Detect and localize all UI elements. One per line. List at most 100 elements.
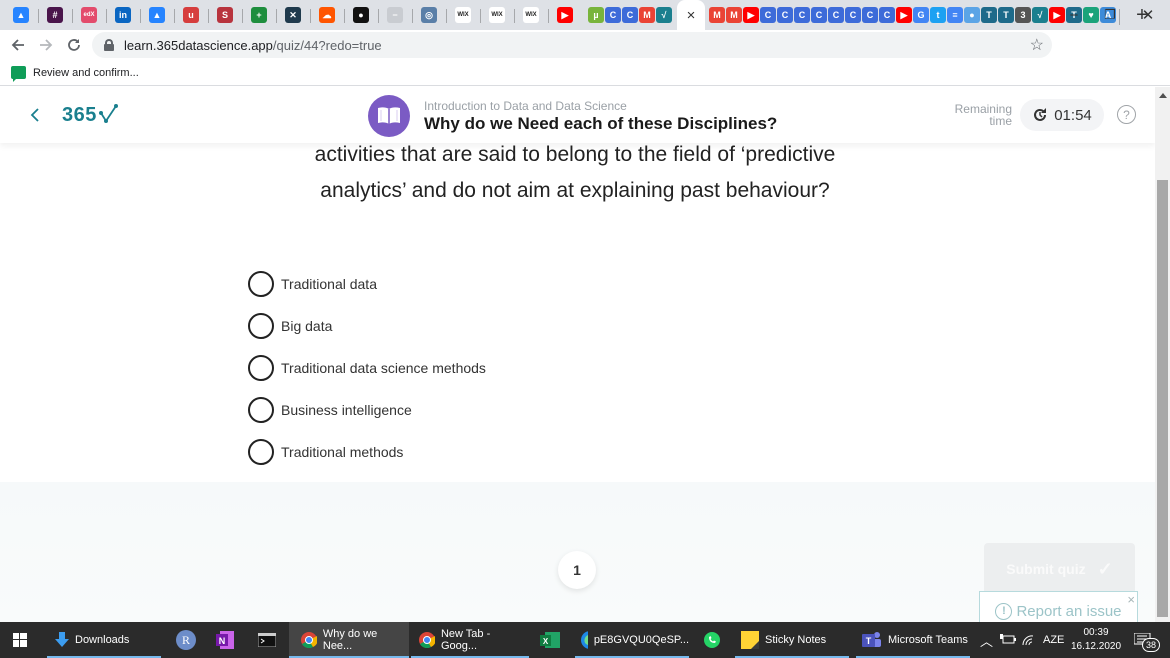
pinned-tab[interactable]: ◎	[418, 4, 447, 26]
battery-icon[interactable]	[1000, 622, 1016, 658]
coursera-c-icon[interactable]: C	[845, 7, 861, 23]
language-indicator[interactable]: AZE	[1043, 622, 1064, 658]
twitter-icon[interactable]: t	[930, 7, 946, 23]
r-app-icon[interactable]: R	[172, 622, 200, 658]
365-logo-icon[interactable]: √	[1032, 7, 1048, 23]
coursera-c-icon[interactable]: C	[811, 7, 827, 23]
active-tab-close-icon[interactable]: ×	[677, 0, 705, 30]
answer-option[interactable]: Big data	[248, 313, 486, 339]
google-icon[interactable]: G	[913, 7, 929, 23]
radio-button[interactable]	[248, 313, 274, 339]
taskbar-chrome-new-tab[interactable]: New Tab - Goog...	[411, 622, 529, 658]
gmail-icon[interactable]: M	[639, 7, 655, 23]
pinned-tab[interactable]: u	[180, 4, 209, 26]
url-host: learn.365datascience.app	[124, 37, 273, 53]
taskbar-clock[interactable]: 00:39 16.12.2020	[1070, 626, 1122, 654]
help-question-icon[interactable]: ?	[1117, 105, 1136, 124]
xing-icon: ✕	[285, 7, 301, 23]
atlassian-icon: ▲	[13, 7, 29, 23]
answer-option[interactable]: Traditional data science methods	[248, 355, 486, 381]
pinned-tab[interactable]: −	[384, 4, 413, 26]
back-arrow-icon[interactable]	[4, 31, 32, 59]
template-icon[interactable]: T	[998, 7, 1014, 23]
pinned-tab[interactable]: in	[112, 4, 141, 26]
close-icon[interactable]: ×	[1127, 592, 1135, 607]
radio-button[interactable]	[248, 271, 274, 297]
onenote-icon[interactable]: N	[214, 622, 238, 658]
bubble-icon[interactable]: ●	[964, 7, 980, 23]
utorrent-icon[interactable]: µ	[588, 7, 604, 23]
submit-quiz-button[interactable]: Submit quiz ✓	[984, 543, 1135, 595]
clock-date: 16.12.2020	[1070, 641, 1122, 652]
docs-icon[interactable]: ≡	[947, 7, 963, 23]
pinned-tab[interactable]: ▲	[10, 4, 39, 26]
365-logo-icon[interactable]: √	[656, 7, 672, 23]
answer-option[interactable]: Business intelligence	[248, 397, 486, 423]
remaining-time-label: Remaining time	[944, 103, 1012, 127]
coursera-c-icon[interactable]: C	[794, 7, 810, 23]
pinned-tab[interactable]: ▶	[554, 4, 576, 26]
coursera-c-icon[interactable]: C	[760, 7, 776, 23]
taskbar-sticky-notes[interactable]: Sticky Notes	[735, 622, 849, 658]
bookmark-star-icon[interactable]: ☆	[1030, 35, 1044, 55]
back-chevron-icon[interactable]	[30, 104, 46, 126]
pinned-tab[interactable]: ▲	[146, 4, 175, 26]
report-label: Report an issue	[1016, 602, 1122, 620]
close-window-button[interactable]: ✕	[1126, 0, 1170, 30]
chrome-icon	[301, 632, 317, 648]
bookmark-review-and-confirm[interactable]: Review and confirm...	[33, 67, 139, 79]
wix-icon: WIX	[523, 7, 539, 23]
slack-icon: #	[47, 7, 63, 23]
radio-button[interactable]	[248, 397, 274, 423]
coursera-c-icon[interactable]: C	[622, 7, 638, 23]
answer-option[interactable]: Traditional data	[248, 271, 486, 297]
coursera-c-icon[interactable]: C	[828, 7, 844, 23]
pinned-tab[interactable]: WIX	[486, 4, 515, 26]
report-issue-button[interactable]: ! Report an issue ×	[979, 591, 1138, 622]
windows-taskbar: Downloads R N Why do we Nee... New Tab -…	[0, 622, 1170, 658]
gmail-icon[interactable]: M	[709, 7, 725, 23]
gmail-icon[interactable]: M	[726, 7, 742, 23]
taskbar-microsoft-teams[interactable]: T Microsoft Teams	[856, 622, 970, 658]
reload-icon[interactable]	[60, 31, 88, 59]
refresh-app-icon[interactable]: 3	[1015, 7, 1031, 23]
pinned-tab[interactable]: ☁	[316, 4, 345, 26]
scroll-up-arrow-icon[interactable]	[1159, 93, 1167, 98]
pinned-tab[interactable]: ✕	[282, 4, 311, 26]
pinned-tab[interactable]: ●	[350, 4, 379, 26]
taskbar-downloads[interactable]: Downloads	[47, 622, 161, 658]
notification-center[interactable]: 38	[1134, 622, 1160, 658]
pinned-tab[interactable]: +	[248, 4, 277, 26]
template-icon[interactable]: T	[981, 7, 997, 23]
answer-option[interactable]: Traditional methods	[248, 439, 486, 465]
wifi-icon[interactable]	[1021, 622, 1035, 658]
scroll-thumb[interactable]	[1157, 180, 1168, 617]
forward-arrow-icon[interactable]	[32, 31, 60, 59]
linkedin-icon: in	[115, 7, 131, 23]
question-page-number[interactable]: 1	[558, 551, 596, 589]
excel-icon[interactable]: X	[538, 622, 562, 658]
tray-chevron-up-icon[interactable]: ︿	[980, 622, 993, 658]
coursera-c-icon[interactable]: C	[879, 7, 895, 23]
address-bar[interactable]: learn.365datascience.app/quiz/44?redo=tr…	[92, 32, 1052, 58]
radio-button[interactable]	[248, 355, 274, 381]
coursera-c-icon[interactable]: C	[862, 7, 878, 23]
youtube-icon[interactable]: ▶	[743, 7, 759, 23]
whatsapp-icon[interactable]	[701, 622, 723, 658]
pinned-tab[interactable]: S	[214, 4, 243, 26]
page-scrollbar[interactable]	[1155, 87, 1170, 622]
terminal-icon[interactable]	[256, 622, 278, 658]
pinned-tab[interactable]: #	[44, 4, 73, 26]
pinned-tab[interactable]: WIX	[520, 4, 549, 26]
exclamation-circle-icon: !	[995, 602, 1013, 620]
pinned-tab[interactable]: edX	[78, 4, 107, 26]
coursera-c-icon[interactable]: C	[605, 7, 621, 23]
pinned-tab[interactable]: WIX	[452, 4, 481, 26]
taskbar-chrome-active[interactable]: Why do we Nee...	[289, 622, 409, 658]
windows-start-icon[interactable]	[0, 622, 40, 658]
taskbar-edge[interactable]: pE8GVQU0QeSP...	[575, 622, 689, 658]
coursera-c-icon[interactable]: C	[777, 7, 793, 23]
youtube-icon[interactable]: ▶	[896, 7, 912, 23]
radio-button[interactable]	[248, 439, 274, 465]
365-logo[interactable]: 365	[62, 103, 120, 127]
